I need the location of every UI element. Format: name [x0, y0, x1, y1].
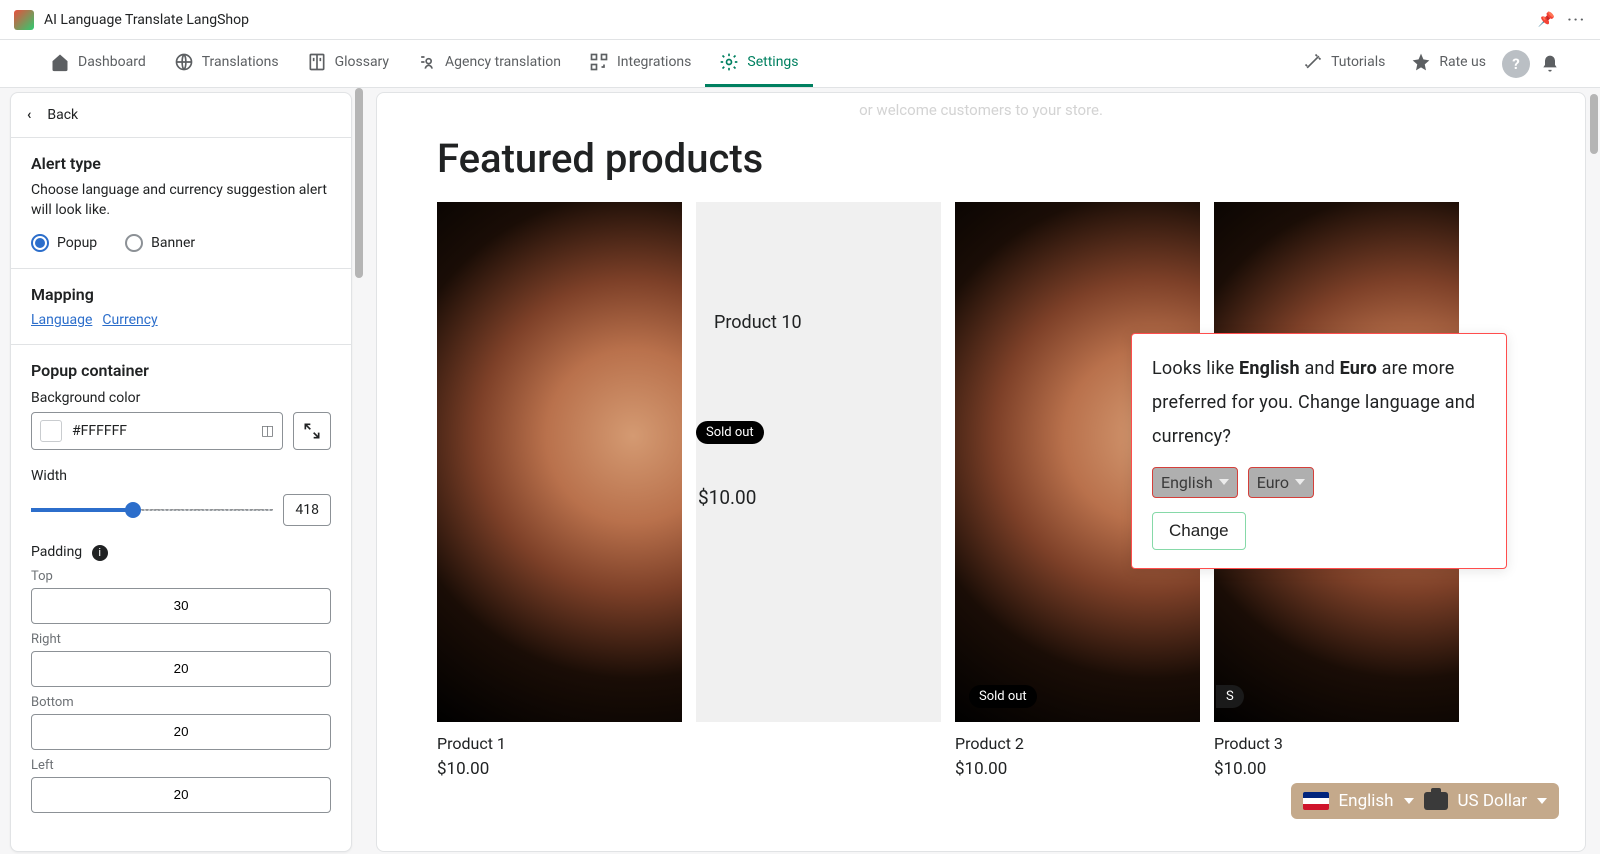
main-nav: Dashboard Translations Glossary Agency t…: [0, 40, 1600, 88]
faded-hero-text: or welcome customers to your store.: [437, 93, 1525, 129]
language-currency-switcher[interactable]: English US Dollar: [1291, 783, 1559, 819]
radio-banner[interactable]: Banner: [125, 234, 195, 252]
nav-translations[interactable]: Translations: [160, 40, 293, 87]
star-icon: [1411, 52, 1431, 72]
popup-container-heading: Popup container: [31, 361, 331, 380]
popup-language-select[interactable]: English: [1152, 467, 1238, 498]
bell-icon[interactable]: [1536, 50, 1564, 78]
product-price: $10.00: [1214, 759, 1459, 779]
product-card[interactable]: Product 10 Sold out $10.00: [696, 202, 941, 779]
sold-out-badge: Sold out: [696, 421, 764, 444]
product-title: Product 2: [955, 734, 1200, 753]
info-icon[interactable]: i: [92, 545, 108, 561]
help-icon[interactable]: ?: [1502, 50, 1530, 78]
color-swatch: [40, 420, 62, 442]
pad-bottom-input[interactable]: [31, 714, 331, 750]
currency-icon: [1424, 792, 1448, 810]
pin-icon[interactable]: 📌: [1538, 12, 1555, 28]
product-price: $10.00: [955, 759, 1200, 779]
integrations-icon: [589, 52, 609, 72]
radio-icon: [125, 234, 143, 252]
popup-currency-select[interactable]: Euro: [1248, 467, 1314, 498]
product-image: [437, 202, 682, 722]
slider-thumb[interactable]: [125, 502, 141, 518]
pad-right-input[interactable]: [31, 651, 331, 687]
nav-dashboard[interactable]: Dashboard: [36, 40, 160, 87]
link-currency[interactable]: Currency: [102, 312, 157, 328]
suggestion-popup: Looks like English and Euro are more pre…: [1131, 333, 1507, 569]
chevron-down-icon: [1219, 479, 1229, 485]
chevron-down-icon: [1295, 479, 1305, 485]
preview-pane: or welcome customers to your store. Feat…: [376, 92, 1586, 852]
nav-rate[interactable]: Rate us: [1401, 52, 1496, 75]
bgcolor-label: Background color: [31, 390, 331, 406]
pad-top-label: Top: [31, 569, 331, 584]
alert-type-desc: Choose language and currency suggestion …: [31, 181, 331, 220]
sold-out-badge: S: [1216, 685, 1244, 708]
nav-glossary[interactable]: Glossary: [293, 40, 403, 87]
padding-label: Padding i: [31, 544, 331, 561]
radio-icon: [31, 234, 49, 252]
popup-message: Looks like English and Euro are more pre…: [1152, 352, 1486, 455]
expand-button[interactable]: [293, 412, 331, 450]
chevron-left-icon: ‹: [27, 107, 31, 123]
globe-icon: [174, 52, 194, 72]
back-button[interactable]: ‹ Back: [11, 93, 351, 138]
width-label: Width: [31, 468, 331, 484]
pad-left-label: Left: [31, 758, 331, 773]
pad-right-label: Right: [31, 632, 331, 647]
pad-top-input[interactable]: [31, 588, 331, 624]
bgcolor-input[interactable]: #FFFFFF ◫: [31, 412, 283, 450]
app-header: AI Language Translate LangShop 📌 ···: [0, 0, 1600, 40]
product-title: Product 10: [696, 312, 941, 333]
product-price: $10.00: [696, 444, 941, 509]
expand-icon: [302, 421, 322, 441]
featured-heading: Featured products: [437, 135, 1525, 182]
eyedropper-icon[interactable]: ◫: [261, 423, 274, 439]
flag-icon: [1303, 792, 1329, 810]
link-language[interactable]: Language: [31, 312, 92, 328]
nav-integrations[interactable]: Integrations: [575, 40, 705, 87]
sidebar-scrollbar[interactable]: [352, 88, 370, 854]
pad-bottom-label: Bottom: [31, 695, 331, 710]
chevron-down-icon: [1537, 798, 1547, 804]
app-logo-icon: [14, 10, 34, 30]
product-title: Product 3: [1214, 734, 1459, 753]
alert-type-heading: Alert type: [31, 154, 331, 173]
nav-tutorials[interactable]: Tutorials: [1293, 52, 1395, 75]
product-price: $10.00: [437, 759, 682, 779]
radio-popup[interactable]: Popup: [31, 234, 97, 252]
mapping-heading: Mapping: [31, 285, 331, 304]
wand-icon: [1303, 52, 1323, 72]
home-icon: [50, 52, 70, 72]
product-title: Product 1: [437, 734, 682, 753]
sold-out-badge: Sold out: [969, 685, 1037, 708]
agency-icon: [417, 52, 437, 72]
width-value[interactable]: 418: [283, 494, 331, 526]
nav-settings[interactable]: Settings: [705, 40, 812, 87]
nav-agency[interactable]: Agency translation: [403, 40, 575, 87]
product-image: Product 10 Sold out $10.00: [696, 202, 941, 722]
product-card[interactable]: Product 1 $10.00: [437, 202, 682, 779]
app-title: AI Language Translate LangShop: [44, 12, 1538, 28]
popup-change-button[interactable]: Change: [1152, 512, 1246, 550]
more-menu-icon[interactable]: ···: [1567, 12, 1586, 28]
settings-sidebar: ‹ Back Alert type Choose language and cu…: [10, 92, 352, 852]
book-icon: [307, 52, 327, 72]
preview-scrollbar[interactable]: [1586, 88, 1600, 854]
pad-left-input[interactable]: [31, 777, 331, 813]
width-slider[interactable]: [31, 501, 273, 519]
chevron-down-icon: [1404, 798, 1414, 804]
gear-icon: [719, 52, 739, 72]
